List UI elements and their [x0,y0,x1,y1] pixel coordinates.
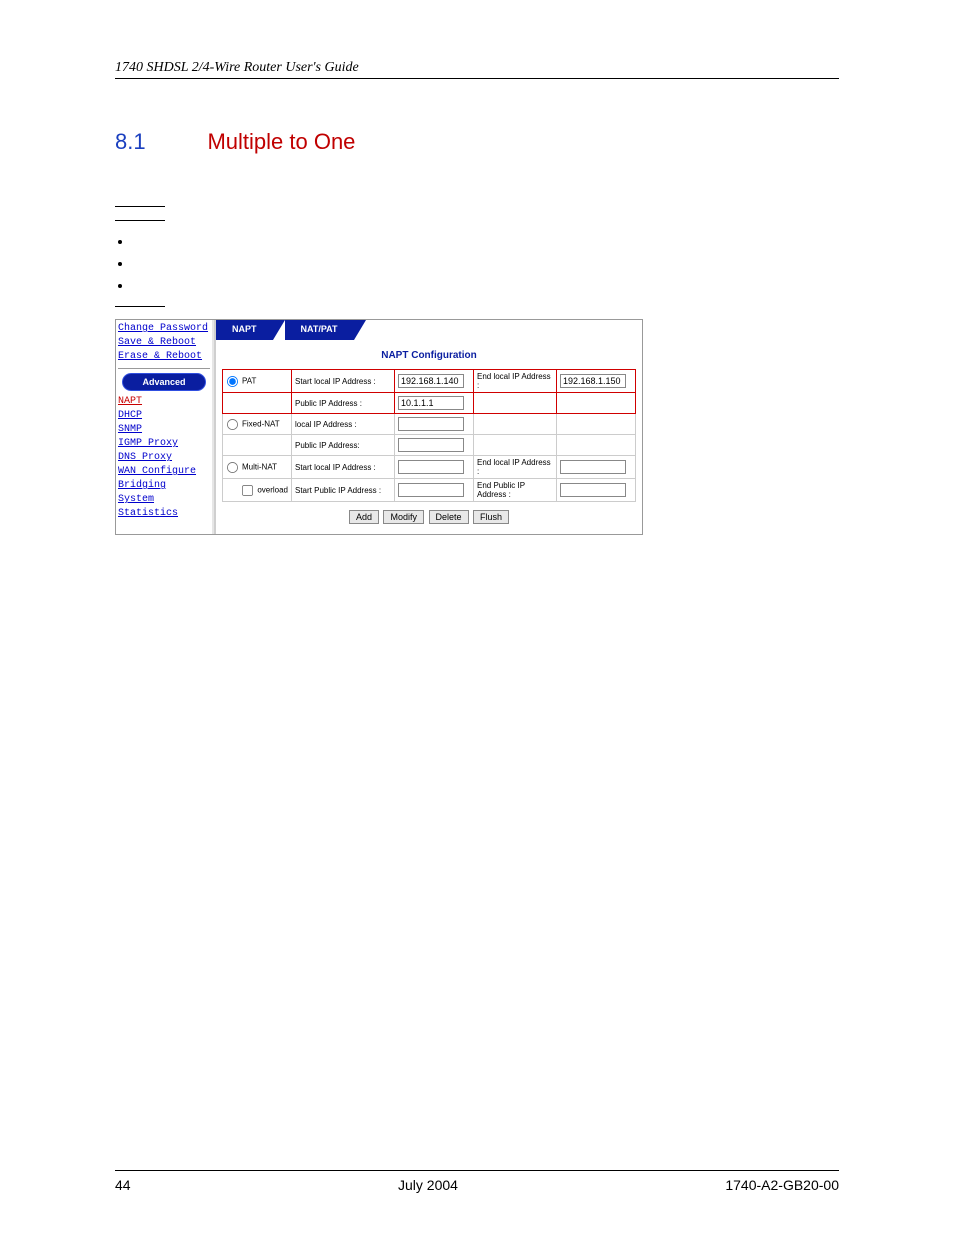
sidebar-link-dns-proxy[interactable]: DNS Proxy [118,451,210,465]
sidebar-link-snmp[interactable]: SNMP [118,423,210,437]
section-number: 8.1 [115,129,203,155]
input-multi-start-local[interactable] [398,460,464,474]
input-start-local-ip[interactable] [398,374,464,388]
sidebar-link-system-statistics[interactable]: System Statistics [118,493,210,521]
label-public-ip: Public IP Address : [292,393,395,414]
radio-multi-nat-label: Multi-NAT [242,462,277,471]
sidebar-link-erase-reboot[interactable]: Erase & Reboot [118,350,210,364]
footer-doc-id: 1740-A2-GB20-00 [725,1177,839,1193]
divider [118,368,210,369]
bullet-item [133,277,839,299]
add-button[interactable]: Add [349,510,379,524]
radio-fixed-nat-label: Fixed-NAT [242,419,280,428]
bullet-item [133,255,839,277]
label-fixed-local-ip: local IP Address : [292,414,395,435]
radio-pat-label: PAT [242,376,256,385]
button-row: Add Modify Delete Flush [216,510,642,534]
input-multi-end-public[interactable] [560,483,626,497]
tab-napt[interactable]: NAPT [216,320,273,340]
sidebar-link-napt[interactable]: NAPT [118,395,210,409]
screenshot-panel: Change Password Save & Reboot Erase & Re… [115,319,643,535]
radio-pat[interactable] [227,375,238,386]
page-header: 1740 SHDSL 2/4-Wire Router User's Guide [115,60,839,79]
section-title-text: Multiple to One [207,129,355,154]
input-end-local-ip[interactable] [560,374,626,388]
panel-title: NAPT Configuration [216,340,642,369]
sidebar-link-dhcp[interactable]: DHCP [118,409,210,423]
sidebar: Change Password Save & Reboot Erase & Re… [116,320,216,534]
page-footer: 44 July 2004 1740-A2-GB20-00 [115,1170,839,1193]
label-multi-start-public: Start Public IP Address : [292,479,395,502]
tab-divider-icon [354,320,366,340]
sidebar-link-wan-configure[interactable]: WAN Configure [118,465,210,479]
bullet-list [133,233,839,299]
flush-button[interactable]: Flush [473,510,509,524]
bullet-item [133,233,839,255]
input-multi-start-public[interactable] [398,483,464,497]
label-multi-end-local: End local IP Address : [474,456,557,479]
tab-nat-pat[interactable]: NAT/PAT [285,320,354,340]
divider [115,205,165,207]
config-table: PAT Start local IP Address : End local I… [222,369,636,502]
radio-multi-nat[interactable] [227,461,238,472]
divider [115,219,165,221]
sidebar-section-advanced[interactable]: Advanced [122,373,206,391]
label-multi-end-public: End Public IP Address : [474,479,557,502]
sidebar-link-igmp-proxy[interactable]: IGMP Proxy [118,437,210,451]
label-end-local-ip: End local IP Address : [474,370,557,393]
sidebar-link-save-reboot[interactable]: Save & Reboot [118,336,210,350]
delete-button[interactable]: Delete [429,510,469,524]
input-fixed-public-ip[interactable] [398,438,464,452]
divider [115,305,165,307]
tab-divider-icon [273,320,285,340]
modify-button[interactable]: Modify [383,510,424,524]
main-panel: NAPT NAT/PAT NAPT Configuration PAT Star… [216,320,642,534]
tab-bar: NAPT NAT/PAT [216,320,642,340]
footer-date: July 2004 [398,1177,458,1193]
section-heading: 8.1 Multiple to One [115,129,839,155]
checkbox-overload-label: overload [257,485,288,494]
label-multi-start-local: Start local IP Address : [292,456,395,479]
label-fixed-public-ip: Public IP Address: [292,435,395,456]
radio-fixed-nat[interactable] [227,418,238,429]
input-multi-end-local[interactable] [560,460,626,474]
input-fixed-local-ip[interactable] [398,417,464,431]
sidebar-link-change-password[interactable]: Change Password [118,322,210,336]
input-public-ip[interactable] [398,396,464,410]
page-number: 44 [115,1177,131,1193]
checkbox-overload[interactable] [242,484,253,495]
label-start-local-ip: Start local IP Address : [292,370,395,393]
sidebar-link-bridging[interactable]: Bridging [118,479,210,493]
